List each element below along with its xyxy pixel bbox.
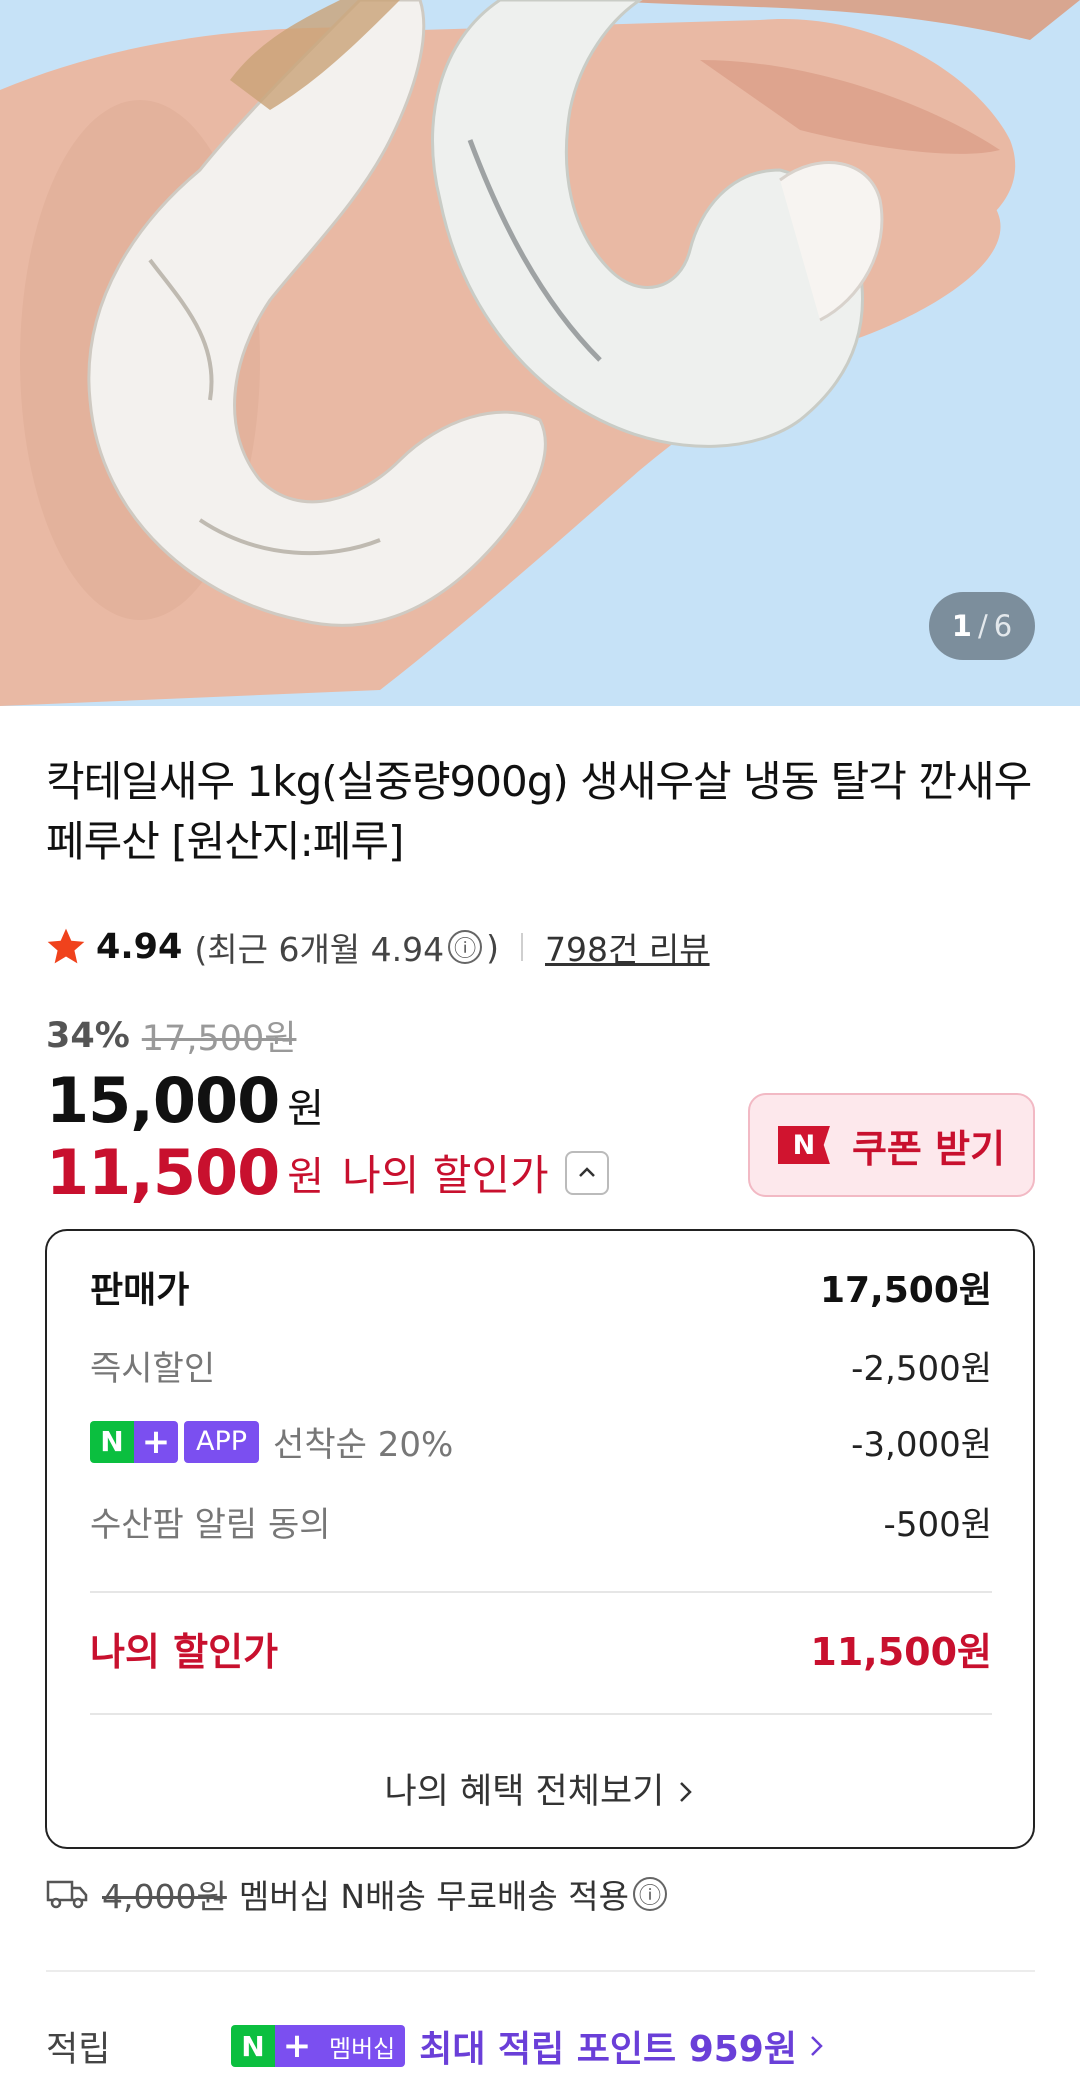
app-discount-label: 선착순 20% <box>273 1425 454 1465</box>
instant-discount-row: 즉시할인 -2,500원 <box>90 1341 992 1390</box>
product-image[interactable]: 1 / 6 <box>0 0 1080 706</box>
info-icon[interactable]: ⓘ <box>448 930 483 964</box>
pager-total: 6 <box>993 609 1013 643</box>
sale-price: 15,000 원 <box>46 1064 324 1137</box>
alarm-discount-row: 수산팜 알림 동의 -500원 <box>90 1497 992 1546</box>
view-all-benefits-link[interactable]: 나의 혜택 전체보기 <box>47 1763 1033 1814</box>
info-icon[interactable]: ⓘ <box>632 1877 667 1911</box>
app-discount-tags: N + APP 선착순 20% <box>90 1417 453 1466</box>
get-coupon-button[interactable]: N 쿠폰 받기 <box>748 1093 1035 1197</box>
naver-n-tag: N <box>90 1420 134 1463</box>
points-row[interactable]: 적립 N + 멤버십 최대 적립 포인트 959원 <box>46 2020 1046 2072</box>
my-discount-price: 11,500 원 나의 할인가 <box>46 1136 609 1209</box>
star-icon <box>47 928 85 964</box>
max-points-text: 최대 적립 포인트 959원 <box>419 2029 797 2070</box>
membership-tag: 멤버십 <box>319 2025 406 2067</box>
view-all-label: 나의 혜택 전체보기 <box>384 1772 665 1812</box>
app-tag: APP <box>184 1420 260 1463</box>
naver-coupon-badge: N <box>777 1126 830 1164</box>
naver-n-tag: N <box>231 2025 275 2067</box>
sale-price-row: 판매가 17,500원 <box>90 1261 992 1313</box>
discount-row: 34% 17,500원 <box>46 1010 296 1061</box>
my-price-label: 나의 할인가 <box>342 1151 549 1200</box>
chevron-right-icon <box>679 1782 692 1802</box>
divider <box>90 1713 992 1715</box>
product-title: 칵테일새우 1kg(실중량900g) 생새우살 냉동 탈각 깐새우 페루산 [원… <box>46 757 1032 866</box>
app-discount-value: -3,000원 <box>851 1425 992 1465</box>
divider <box>46 1970 1035 1972</box>
my-price-total-row: 나의 할인가 11,500원 <box>90 1621 992 1676</box>
discount-breakdown: 판매가 17,500원 즉시할인 -2,500원 N + APP 선착순 20%… <box>45 1229 1035 1849</box>
naver-plus-tag: + <box>134 1420 178 1463</box>
alarm-discount-label: 수산팜 알림 동의 <box>90 1505 331 1545</box>
original-price: 17,500원 <box>141 1019 297 1059</box>
divider <box>521 933 524 961</box>
coupon-label: 쿠폰 받기 <box>851 1126 1006 1171</box>
pager-current: 1 <box>951 609 972 643</box>
original-shipping-fee: 4,000원 <box>102 1877 227 1916</box>
shipping-text: 멤버십 N배송 무료배송 적용 <box>238 1877 629 1916</box>
breakdown-sale-value: 17,500원 <box>819 1270 992 1311</box>
review-count-link[interactable]: 798건 리뷰 <box>545 923 710 971</box>
shipping-row: 4,000원 멤버십 N배송 무료배송 적용 ⓘ <box>46 1870 671 1918</box>
divider <box>90 1591 992 1593</box>
naver-plus-tag: + <box>275 2025 319 2067</box>
rating-value: 4.94 <box>96 927 183 967</box>
app-discount-row: N + APP 선착순 20% -3,000원 <box>90 1417 992 1466</box>
recent-rating: (최근 6개월 4.94 <box>194 930 445 969</box>
discount-rate: 34% <box>46 1015 130 1056</box>
sale-price-unit: 원 <box>287 1086 325 1132</box>
total-label: 나의 할인가 <box>90 1630 279 1674</box>
total-value: 11,500원 <box>810 1630 992 1674</box>
instant-discount-value: -2,500원 <box>851 1349 992 1389</box>
instant-discount-label: 즉시할인 <box>90 1349 216 1389</box>
sale-price-value: 15,000 <box>46 1064 280 1137</box>
chevron-up-icon <box>578 1166 595 1177</box>
shrimp-photo <box>0 0 1080 706</box>
recent-rating-close: ) <box>486 927 500 967</box>
image-pager: 1 / 6 <box>929 592 1035 660</box>
pager-separator: / <box>977 609 988 643</box>
points-label: 적립 <box>46 2029 111 2070</box>
breakdown-sale-label: 판매가 <box>90 1270 190 1311</box>
chevron-right-icon <box>811 2036 823 2056</box>
collapse-toggle-button[interactable] <box>564 1150 609 1195</box>
my-price-unit: 원 <box>287 1153 325 1200</box>
alarm-discount-value: -500원 <box>883 1505 992 1545</box>
rating-row: 4.94 (최근 6개월 4.94 ⓘ ) 798건 리뷰 <box>44 920 710 974</box>
my-price-value: 11,500 <box>46 1136 280 1209</box>
truck-icon <box>46 1880 88 1909</box>
